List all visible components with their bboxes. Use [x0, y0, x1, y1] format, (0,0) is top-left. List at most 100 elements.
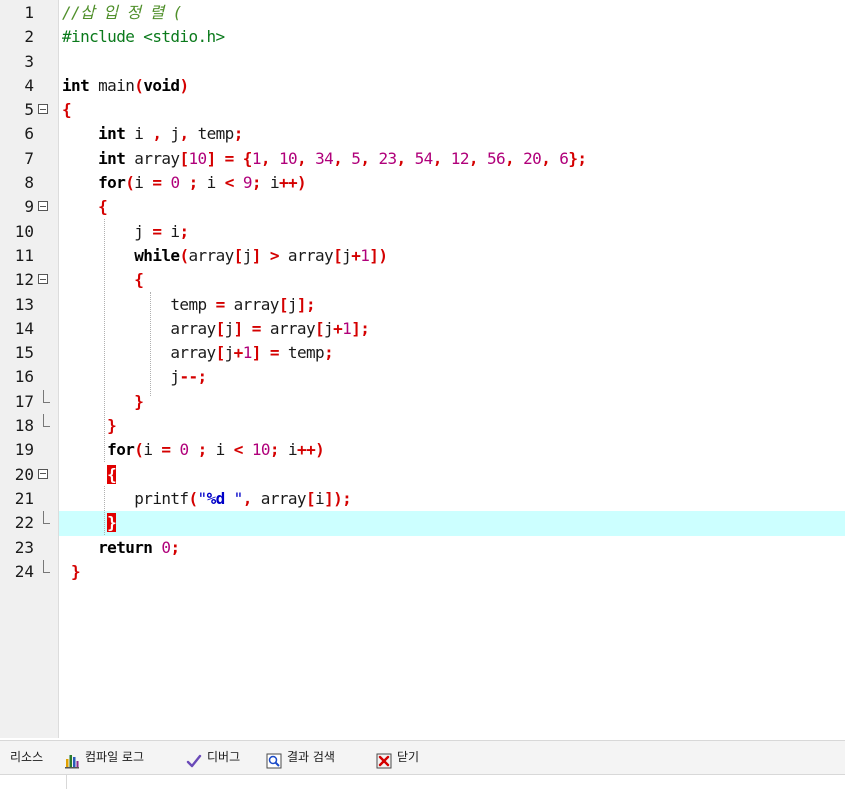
code-token: 10	[188, 148, 208, 168]
tab-search-results[interactable]: 결과 검색	[266, 741, 335, 773]
code-line[interactable]: 12 {	[0, 268, 845, 292]
code-token: +	[233, 343, 244, 363]
code-line[interactable]: 2 #include <stdio.h>	[0, 25, 845, 49]
code-line[interactable]: 21 printf("%d ", array[i]);	[0, 487, 845, 511]
code-token: 9	[242, 173, 253, 193]
line-number: 22	[14, 513, 34, 533]
code-token: ,	[541, 148, 551, 168]
code-line[interactable]: 15 array[j+1] = temp;	[0, 341, 845, 365]
line-number: 20	[14, 464, 34, 484]
code-token: j	[62, 221, 153, 241]
code-token: 20	[523, 148, 542, 168]
code-line[interactable]: 9 {	[0, 195, 845, 219]
fold-collapse-icon[interactable]	[37, 268, 51, 292]
line-number: 14	[14, 318, 34, 338]
code-line[interactable]: 1 //삽 입 정 렬 (	[0, 1, 845, 25]
code-text: //삽 입 정 렬 (	[62, 1, 182, 25]
code-token: i	[315, 488, 325, 508]
code-line[interactable]: 7 int array[10] = {1, 10, 34, 5, 23, 54,…	[0, 147, 845, 171]
code-token: j	[224, 318, 235, 338]
code-token: +	[333, 318, 343, 338]
code-line[interactable]: 5{	[0, 98, 845, 122]
code-token: int	[98, 148, 126, 168]
code-token: 1	[242, 343, 253, 363]
code-text: for(i = 0 ; i < 9; i++)	[62, 171, 307, 195]
code-line[interactable]: 14 array[j] = array[j+1];	[0, 317, 845, 341]
code-text: printf("%d ", array[i]);	[62, 487, 352, 511]
code-token: j	[224, 343, 235, 363]
code-text: }	[62, 560, 81, 584]
code-line[interactable]: 3	[0, 50, 845, 74]
tab-compile-log[interactable]: 컴파일 로그	[64, 741, 144, 773]
code-token: >	[269, 245, 280, 265]
code-token: (	[134, 440, 144, 460]
code-line[interactable]: 17 }	[0, 389, 845, 414]
line-number: 13	[14, 294, 34, 314]
debug-check-icon	[186, 749, 202, 768]
code-line[interactable]: 11 while(array[j] > array[j+1])	[0, 244, 845, 268]
compile-log-icon	[64, 749, 80, 769]
fold-collapse-icon[interactable]	[37, 98, 51, 122]
code-token: int	[98, 124, 126, 144]
code-token: ++)	[278, 173, 307, 193]
code-token: array	[62, 318, 216, 338]
code-token: 1	[342, 318, 352, 338]
code-token: main	[89, 75, 135, 95]
fold-collapse-icon[interactable]	[37, 195, 51, 219]
line-number: 16	[14, 367, 34, 387]
code-token: j	[324, 318, 334, 338]
line-number: 9	[24, 197, 34, 217]
code-token: j	[161, 124, 180, 144]
code-token: for	[98, 173, 126, 193]
code-token: )	[179, 75, 189, 95]
code-line[interactable]: 8 for(i = 0 ; i < 9; i++)	[0, 171, 845, 195]
line-number: 23	[14, 537, 34, 557]
code-line[interactable]: 13 temp = array[j];	[0, 293, 845, 317]
code-editor[interactable]: 1//삽 입 정 렬 (2 #include <stdio.h> 3 4 int mai…	[0, 0, 845, 738]
code-line[interactable]: 20 {	[0, 463, 845, 487]
code-line[interactable]: 19 for(i = 0 ; i < 10; i++)	[0, 438, 845, 462]
tab-close[interactable]: 닫기	[376, 741, 419, 773]
code-line[interactable]: 4 int main(void)	[0, 74, 845, 98]
tab-debug[interactable]: 디버그	[186, 741, 240, 773]
code-token: i	[197, 173, 225, 193]
line-number: 7	[24, 148, 34, 168]
code-line[interactable]: 10 j = i;	[0, 220, 845, 244]
code-area[interactable]: 1//삽 입 정 렬 (2 #include <stdio.h> 3 4 int mai…	[0, 0, 845, 584]
code-token: array	[62, 343, 216, 363]
code-token: ;	[197, 440, 208, 460]
code-token: int	[62, 75, 90, 95]
code-line[interactable]: 22 }	[0, 511, 845, 536]
code-token: i	[161, 221, 180, 241]
code-token: void	[143, 75, 180, 95]
fold-collapse-icon[interactable]	[37, 463, 51, 487]
line-number: 10	[14, 221, 34, 241]
tab-resources[interactable]: 리소스	[10, 741, 43, 773]
code-line[interactable]: 16 j--;	[0, 365, 845, 389]
code-line[interactable]: 6 int i , j, temp;	[0, 122, 845, 146]
code-line[interactable]: 23 return 0;	[0, 536, 845, 560]
code-token: "	[224, 488, 244, 508]
code-token: 0	[170, 173, 180, 193]
code-line[interactable]: 18 }	[0, 414, 845, 438]
code-token: =	[215, 294, 226, 314]
code-token: ;	[188, 173, 199, 193]
code-token: 54	[414, 148, 434, 168]
code-token: ,	[468, 148, 479, 168]
code-text: j = i;	[62, 220, 189, 244]
code-token: array	[125, 148, 180, 168]
code-line[interactable]: 24 }	[0, 559, 845, 584]
